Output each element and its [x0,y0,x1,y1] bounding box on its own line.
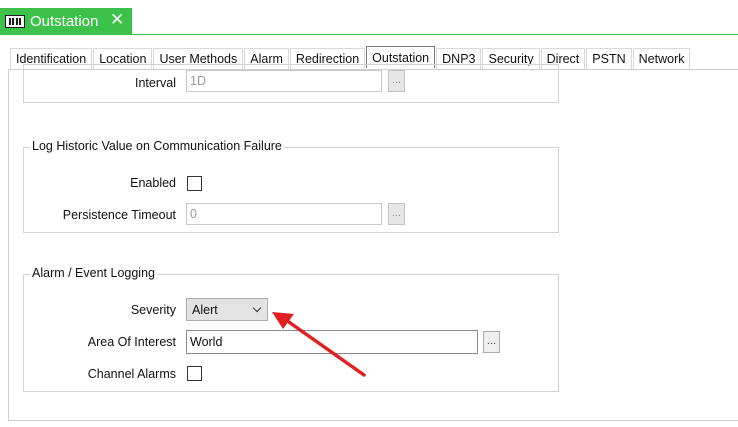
channel-alarms-checkbox[interactable] [187,366,202,381]
tab-network[interactable]: Network [632,48,691,69]
enabled-checkbox[interactable] [187,176,202,191]
interval-field[interactable]: 1D [186,70,382,92]
severity-dropdown[interactable]: Alert [186,298,268,321]
area-of-interest-field[interactable]: World [186,330,478,354]
outstation-panel: Interval 1D ... Log Historic Value on Co… [8,64,738,421]
document-tab-title: Outstation [30,12,99,30]
interval-browse-button[interactable]: ... [388,70,405,92]
channel-alarms-label: Channel Alarms [87,367,176,381]
alarm-group: Alarm / Event Logging Severity Alert Are… [23,266,559,392]
interval-group: Interval 1D ... [23,64,559,103]
area-of-interest-browse-button[interactable]: ... [483,331,500,353]
area-of-interest-label: Area Of Interest [87,335,176,349]
document-tab[interactable]: Outstation ✕ [0,8,132,34]
persistence-timeout-label: Persistence Timeout [62,208,176,222]
close-icon[interactable]: ✕ [110,10,124,30]
persistence-browse-button[interactable]: ... [388,203,405,225]
outstation-icon [5,14,25,28]
severity-label: Severity [130,303,176,317]
alarm-group-title: Alarm / Event Logging [30,266,157,280]
tab-pstn[interactable]: PSTN [586,48,632,69]
interval-label: Interval [135,76,176,90]
chevron-down-icon [252,303,262,313]
historic-group: Log Historic Value on Communication Fail… [23,139,559,233]
enabled-label: Enabled [130,176,176,190]
historic-group-title: Log Historic Value on Communication Fail… [30,139,284,153]
severity-value: Alert [192,303,218,317]
persistence-timeout-field[interactable]: 0 [186,203,382,225]
header-divider [0,34,738,35]
